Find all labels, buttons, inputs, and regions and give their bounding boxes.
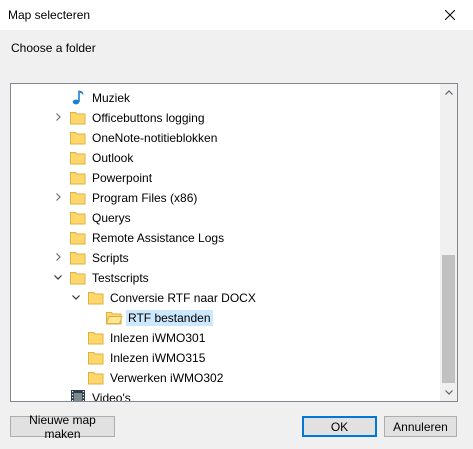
tree-item[interactable]: Program Files (x86) [11, 187, 440, 207]
tree-item[interactable]: Muziek [11, 87, 440, 107]
tree-item-label: Officebuttons logging [92, 111, 205, 125]
chevron-right-icon[interactable] [52, 191, 64, 203]
folder-icon [69, 268, 87, 286]
folder-icon [69, 148, 87, 166]
music-note-icon [69, 88, 87, 106]
tree-item-label: Verwerken iWMO302 [110, 371, 224, 385]
folder-icon [87, 368, 105, 386]
tree-item-label: Inlezen iWMO315 [110, 351, 206, 365]
folder-icon [69, 208, 87, 226]
tree-item-label: Testscripts [92, 271, 149, 285]
cancel-button[interactable]: Annuleren [384, 416, 457, 437]
tree-item-label: Outlook [92, 151, 134, 165]
title-bar: Map selecteren [0, 0, 473, 30]
folder-icon [69, 228, 87, 246]
folder-open-icon [105, 308, 123, 326]
tree-item-label: Powerpoint [92, 171, 153, 185]
close-icon [445, 10, 455, 20]
tree-item[interactable]: Verwerken iWMO302 [11, 367, 440, 387]
chevron-right-icon[interactable] [52, 251, 64, 263]
scroll-thumb[interactable] [442, 255, 455, 383]
close-button[interactable] [427, 0, 473, 30]
tree-item[interactable]: Powerpoint [11, 167, 440, 187]
folder-tree-panel: Muziek Officebuttons logging OneNote-notit… [10, 83, 458, 402]
tree-item[interactable]: Video's [11, 387, 440, 402]
folder-icon [69, 108, 87, 126]
film-icon [69, 388, 87, 401]
tree-item[interactable]: Testscripts [11, 267, 440, 287]
tree-item-label: Querys [92, 211, 131, 225]
tree-item[interactable]: Scripts [11, 247, 440, 267]
tree-item-label: Conversie RTF naar DOCX [110, 291, 256, 305]
folder-icon [87, 288, 105, 306]
tree-item[interactable]: Inlezen iWMO301 [11, 327, 440, 347]
window-title: Map selecteren [8, 8, 91, 22]
tree-item[interactable]: OneNote-notitieblokken [11, 127, 440, 147]
tree-item[interactable]: Conversie RTF naar DOCX [11, 287, 440, 307]
tree-item-label: Inlezen iWMO301 [110, 331, 206, 345]
scroll-up-button[interactable] [440, 84, 457, 101]
tree-item[interactable]: Inlezen iWMO315 [11, 347, 440, 367]
tree-item[interactable]: RTF bestanden [11, 307, 440, 327]
tree-item-label: Remote Assistance Logs [92, 231, 225, 245]
folder-icon [69, 248, 87, 266]
folder-icon [69, 188, 87, 206]
chevron-right-icon[interactable] [52, 111, 64, 123]
tree-item-label: Muziek [92, 91, 131, 105]
tree-item-label: OneNote-notitieblokken [92, 131, 218, 145]
folder-icon [87, 348, 105, 366]
ok-button[interactable]: OK [302, 416, 377, 437]
vertical-scrollbar[interactable] [440, 84, 457, 401]
tree-item[interactable]: Querys [11, 207, 440, 227]
chevron-down-icon[interactable] [70, 291, 82, 303]
scroll-down-button[interactable] [440, 384, 457, 401]
folder-tree[interactable]: Muziek Officebuttons logging OneNote-notit… [11, 84, 440, 401]
tree-item-label: RTF bestanden [126, 310, 213, 326]
tree-item-label: Program Files (x86) [92, 191, 198, 205]
chevron-down-icon [444, 390, 453, 395]
new-folder-button[interactable]: Nieuwe map maken [10, 413, 115, 441]
chevron-down-icon[interactable] [52, 271, 64, 283]
tree-item[interactable]: Officebuttons logging [11, 107, 440, 127]
folder-icon [69, 128, 87, 146]
folder-icon [69, 168, 87, 186]
tree-item-label: Video's [92, 391, 131, 402]
tree-item[interactable]: Outlook [11, 147, 440, 167]
chevron-up-icon [444, 90, 453, 95]
tree-item[interactable]: Remote Assistance Logs [11, 227, 440, 247]
tree-item-label: Scripts [92, 251, 129, 265]
dialog-prompt: Choose a folder [11, 41, 96, 55]
folder-icon [87, 328, 105, 346]
